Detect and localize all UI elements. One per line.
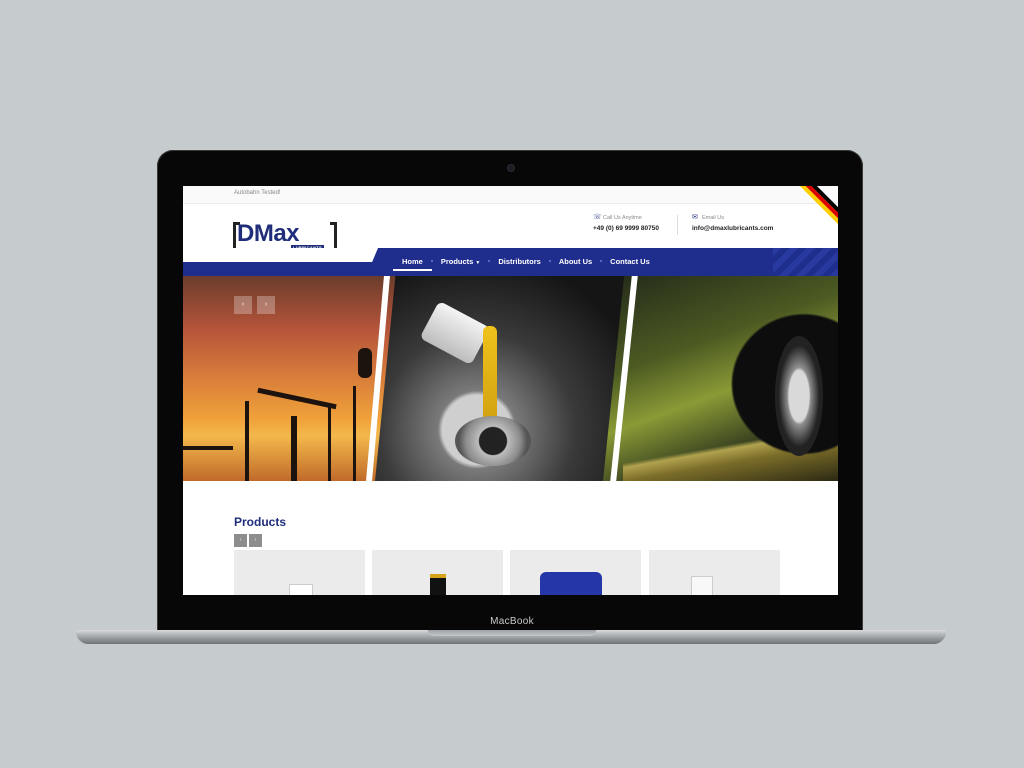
hero-slider: ‹ ›	[183, 276, 838, 481]
website-screen: Autobahn Tested! DMax LUBRICANTS ☏Call U…	[183, 186, 838, 595]
device-label: MacBook	[490, 616, 534, 627]
nav-about-us[interactable]: About Us	[548, 257, 601, 271]
nav-bar-cutout	[183, 248, 378, 262]
product-image	[691, 576, 713, 595]
tagline: Autobahn Tested!	[234, 190, 281, 196]
product-card[interactable]	[234, 550, 365, 595]
top-bar: Autobahn Tested!	[183, 186, 838, 204]
products-prev-button[interactable]: ‹	[234, 534, 247, 547]
products-heading: Products	[234, 515, 287, 529]
product-card[interactable]	[372, 550, 503, 595]
nav-home[interactable]: Home	[393, 257, 432, 271]
engine-oil-cap	[455, 416, 531, 466]
contact-phone[interactable]: ☏ Call Us Anytime +49 (0) 69 9999 80750	[593, 214, 659, 232]
nav-products[interactable]: Products ▼	[430, 257, 489, 271]
product-card[interactable]	[510, 550, 641, 595]
laptop-notch	[428, 630, 596, 636]
phone-number: +49 (0) 69 9999 80750	[593, 225, 659, 232]
product-card[interactable]	[649, 550, 780, 595]
slider-next-button[interactable]: ›	[257, 296, 275, 314]
headset-icon: ☏	[593, 214, 602, 221]
nav-contact-us[interactable]: Contact Us	[600, 257, 659, 271]
hero-image-oil-field	[183, 276, 398, 481]
product-image	[540, 572, 602, 595]
car-wheel	[775, 336, 823, 456]
email-address: info@dmaxlubricants.com	[692, 225, 774, 232]
contact-divider	[677, 215, 678, 235]
product-image	[289, 584, 313, 595]
contact-email[interactable]: ✉ Email Us info@dmaxlubricants.com	[692, 214, 774, 232]
nav-products-label: Products	[440, 257, 474, 266]
nav-bar-pattern	[773, 248, 838, 276]
envelope-icon: ✉	[692, 214, 698, 221]
products-next-button[interactable]: ›	[249, 534, 262, 547]
camera-icon	[508, 165, 514, 171]
caret-down-icon: ▼	[475, 260, 481, 266]
german-flag-ribbon	[786, 186, 838, 237]
slider-prev-button[interactable]: ‹	[234, 296, 252, 314]
logo-text: DMax	[237, 220, 300, 247]
call-label: Call Us Anytime	[603, 215, 642, 221]
email-label: Email Us	[702, 215, 725, 221]
nav-distributors[interactable]: Distributors	[488, 257, 550, 271]
main-nav: Home Products ▼ Distributors About Us Con…	[393, 257, 659, 271]
product-image	[430, 574, 446, 595]
